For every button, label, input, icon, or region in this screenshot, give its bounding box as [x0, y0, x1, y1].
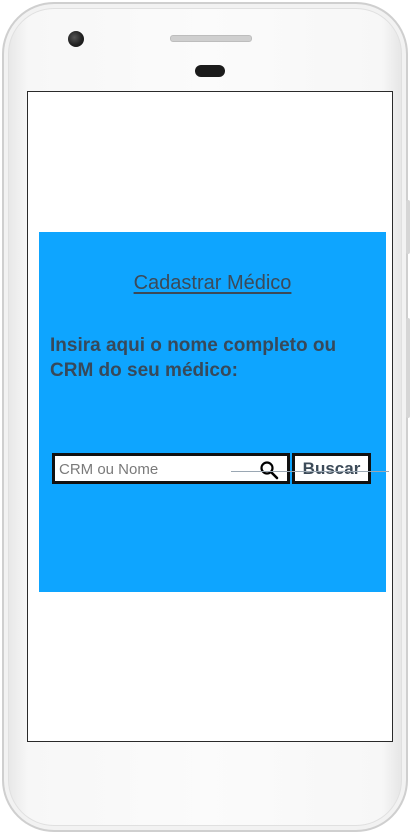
- app-screen: Cadastrar Médico Insira aqui o nome comp…: [27, 91, 393, 742]
- power-button: [406, 200, 410, 254]
- search-input[interactable]: [59, 458, 249, 480]
- earpiece-speaker: [170, 35, 252, 42]
- instruction-text: Insira aqui o nome completo ou CRM do se…: [50, 335, 337, 381]
- proximity-sensor: [195, 65, 225, 77]
- search-box: [52, 453, 290, 484]
- page-title: Cadastrar Médico: [133, 272, 292, 294]
- guide-line: [231, 471, 389, 472]
- search-button[interactable]: Buscar: [292, 453, 371, 484]
- search-icon[interactable]: [259, 460, 279, 480]
- front-camera: [68, 31, 84, 47]
- volume-button: [406, 318, 410, 418]
- phone-frame: Cadastrar Médico Insira aqui o nome comp…: [2, 2, 408, 832]
- register-doctor-card: Cadastrar Médico Insira aqui o nome comp…: [39, 232, 386, 592]
